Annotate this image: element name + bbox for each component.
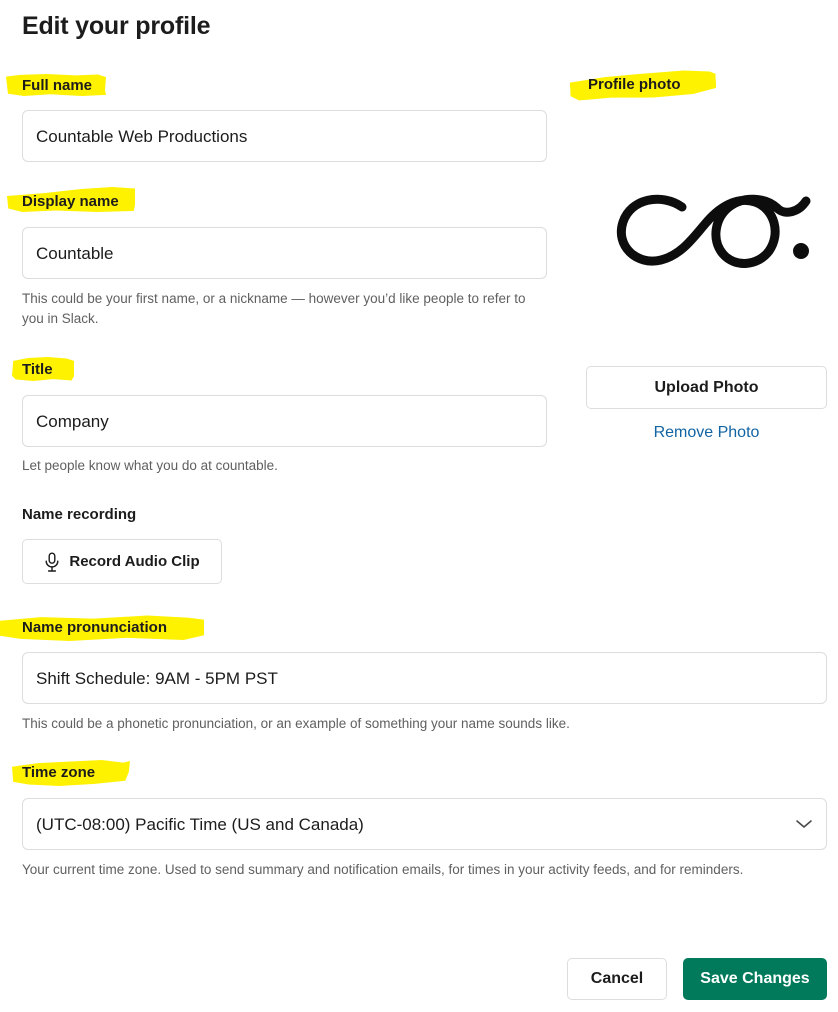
full-name-value: Countable Web Productions: [36, 126, 248, 146]
label-full-name: Full name: [22, 77, 93, 94]
label-time-zone: Time zone: [22, 764, 96, 781]
title-value: Company: [36, 411, 109, 431]
label-title: Title: [22, 361, 53, 378]
label-display-name: Display name: [22, 193, 119, 210]
cancel-label: Cancel: [590, 970, 644, 987]
display-name-input[interactable]: Countable: [22, 227, 547, 279]
microphone-icon: [44, 552, 60, 572]
upload-photo-button[interactable]: Upload Photo: [586, 366, 827, 409]
save-changes-label: Save Changes: [700, 970, 810, 987]
label-name-pronunciation: Name pronunciation: [22, 619, 168, 636]
save-changes-button[interactable]: Save Changes: [683, 958, 827, 1000]
time-zone-select[interactable]: (UTC-08:00) Pacific Time (US and Canada): [22, 798, 827, 850]
title-helper: Let people know what you do at countable…: [22, 458, 278, 473]
name-pronunciation-helper: This could be a phonetic pronunciation, …: [22, 716, 570, 731]
time-zone-helper: Your current time zone. Used to send sum…: [22, 862, 744, 877]
name-pronunciation-value: Shift Schedule: 9AM - 5PM PST: [36, 668, 278, 688]
cancel-button[interactable]: Cancel: [567, 958, 667, 1000]
page-title: Edit your profile: [22, 12, 211, 40]
profile-photo-image: [596, 172, 826, 292]
display-name-value: Countable: [36, 243, 114, 263]
full-name-input[interactable]: Countable Web Productions: [22, 110, 547, 162]
chevron-down-icon: [795, 818, 813, 830]
remove-photo-link[interactable]: Remove Photo: [586, 424, 827, 442]
label-profile-photo: Profile photo: [588, 76, 681, 93]
time-zone-value: (UTC-08:00) Pacific Time (US and Canada): [36, 814, 364, 834]
record-audio-clip-label: Record Audio Clip: [69, 553, 200, 570]
name-pronunciation-input[interactable]: Shift Schedule: 9AM - 5PM PST: [22, 652, 827, 704]
label-name-recording: Name recording: [22, 506, 137, 523]
display-name-helper: This could be your first name, or a nick…: [22, 291, 526, 326]
upload-photo-label: Upload Photo: [654, 378, 759, 396]
record-audio-clip-button[interactable]: Record Audio Clip: [22, 539, 222, 584]
edit-profile-page: Edit your profile Full name Countable We…: [0, 0, 838, 1012]
title-input[interactable]: Company: [22, 395, 547, 447]
